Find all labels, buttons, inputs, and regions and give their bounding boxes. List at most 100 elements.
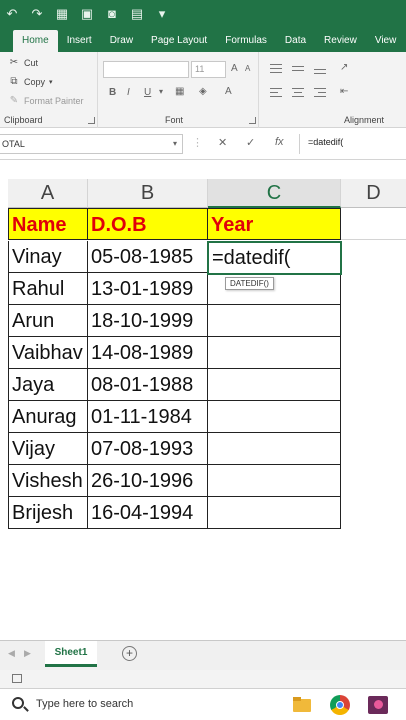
tab-page-layout[interactable]: Page Layout xyxy=(142,30,216,52)
redo-icon[interactable]: ↷ xyxy=(29,6,45,22)
add-sheet-button[interactable]: + xyxy=(122,646,137,661)
cell-name[interactable]: Rahul xyxy=(8,273,88,305)
cell-dob[interactable]: 13-01-1989 xyxy=(88,273,208,305)
insert-function-icon[interactable]: fx xyxy=(275,136,284,148)
bold-button[interactable]: B xyxy=(109,87,116,98)
column-header-b[interactable]: B xyxy=(88,179,208,208)
cell-year[interactable] xyxy=(208,401,341,433)
bottom-align-icon[interactable] xyxy=(312,61,328,77)
save-icon[interactable]: ▣ xyxy=(79,6,95,22)
align-center-icon[interactable] xyxy=(290,85,306,101)
column-header-c[interactable]: C xyxy=(208,179,341,208)
cell-dob[interactable]: 26-10-1996 xyxy=(88,465,208,497)
tab-formulas[interactable]: Formulas xyxy=(216,30,276,52)
header-cell-name[interactable]: Name xyxy=(8,208,88,240)
column-header-d[interactable]: D xyxy=(341,179,406,208)
cancel-icon[interactable]: ✕ xyxy=(218,136,227,149)
cut-label: Cut xyxy=(24,57,39,68)
worksheet-grid[interactable]: A B C D Name D.O.B Year Vinay 05-08-1985… xyxy=(0,160,406,640)
cell-dob[interactable]: 18-10-1999 xyxy=(88,305,208,337)
underline-button[interactable]: U xyxy=(144,87,151,98)
status-bar xyxy=(0,670,406,688)
increase-font-icon[interactable]: A xyxy=(231,63,238,74)
header-cell-year[interactable]: Year xyxy=(208,208,341,240)
tab-review[interactable]: Review xyxy=(315,30,366,52)
sheet-tab-sheet1[interactable]: Sheet1 xyxy=(45,641,97,667)
cell-name[interactable]: Anurag xyxy=(8,401,88,433)
active-cell[interactable]: =datedif( xyxy=(207,241,342,275)
search-icon xyxy=(12,697,24,709)
cell-name[interactable]: Brijesh xyxy=(8,497,88,529)
cell-dob[interactable]: 16-04-1994 xyxy=(88,497,208,529)
function-tooltip[interactable]: DATEDIF() xyxy=(225,277,274,290)
borders-icon[interactable]: ▦ xyxy=(175,86,184,97)
cell-year[interactable] xyxy=(208,305,341,337)
cell-name[interactable]: Jaya xyxy=(8,369,88,401)
cell-name[interactable]: Vinay xyxy=(8,241,88,273)
column-header-a[interactable]: A xyxy=(8,179,88,208)
file-explorer-icon[interactable] xyxy=(290,693,314,717)
middle-align-icon[interactable] xyxy=(290,61,306,77)
grid-icon[interactable]: ▦ xyxy=(54,6,70,22)
cell-d-header[interactable] xyxy=(341,208,406,240)
chevron-down-icon[interactable]: ▾ xyxy=(49,78,53,86)
ribbon-tabs: Home Insert Draw Page Layout Formulas Da… xyxy=(0,28,406,52)
font-launcher-icon[interactable] xyxy=(249,117,256,124)
cut-button[interactable]: ✂ Cut xyxy=(8,57,38,68)
name-box[interactable]: OTAL ▾ xyxy=(0,134,183,154)
clipboard-launcher-icon[interactable] xyxy=(88,117,95,124)
format-painter-label: Format Painter xyxy=(24,95,84,106)
app-icon[interactable] xyxy=(366,693,390,717)
format-painter-button[interactable]: ✎ Format Painter xyxy=(8,95,84,106)
chrome-icon[interactable] xyxy=(328,693,352,717)
font-name-dropdown[interactable] xyxy=(103,61,189,78)
tab-view[interactable]: View xyxy=(366,30,406,52)
cell-year[interactable] xyxy=(208,433,341,465)
cell-year[interactable] xyxy=(208,497,341,529)
top-align-icon[interactable] xyxy=(268,61,284,77)
formula-input[interactable]: =datedif( xyxy=(308,137,343,147)
decrease-font-icon[interactable]: A xyxy=(245,64,250,73)
copy-icon: ⧉ xyxy=(10,76,18,87)
cell-year[interactable] xyxy=(208,337,341,369)
chevron-down-icon[interactable]: ▾ xyxy=(173,135,177,153)
font-color-icon[interactable]: A xyxy=(225,86,232,97)
cell-name[interactable]: Vaibhav xyxy=(8,337,88,369)
scroll-right-icon[interactable]: ▶ xyxy=(24,648,31,659)
tab-draw[interactable]: Draw xyxy=(101,30,142,52)
cell-year[interactable] xyxy=(208,465,341,497)
scroll-left-icon[interactable]: ◀ xyxy=(8,648,15,659)
cell-year[interactable] xyxy=(208,369,341,401)
enter-icon[interactable]: ✓ xyxy=(246,136,255,149)
cell-name[interactable]: Vishesh xyxy=(8,465,88,497)
image-icon[interactable]: ▤ xyxy=(129,6,145,22)
fill-color-icon[interactable]: ◈ xyxy=(199,86,207,97)
align-left-icon[interactable] xyxy=(268,85,284,101)
taskbar-search-input[interactable]: Type here to search xyxy=(36,698,133,710)
orientation-icon[interactable]: ↗ xyxy=(340,62,348,73)
font-size-dropdown[interactable]: 11 xyxy=(191,61,226,78)
underline-dropdown-icon[interactable]: ▾ xyxy=(159,87,163,96)
camera-icon[interactable]: ◙ xyxy=(104,6,120,22)
cell-name[interactable]: Arun xyxy=(8,305,88,337)
tab-insert[interactable]: Insert xyxy=(58,30,101,52)
align-right-icon[interactable] xyxy=(312,85,328,101)
copy-button[interactable]: ⧉ Copy ▾ xyxy=(8,76,53,87)
customize-toolbar-icon[interactable]: ▾ xyxy=(154,6,170,22)
macro-record-icon[interactable] xyxy=(12,674,22,683)
font-size-value: 11 xyxy=(195,64,205,74)
tab-data[interactable]: Data xyxy=(276,30,315,52)
cell-dob[interactable]: 07-08-1993 xyxy=(88,433,208,465)
font-group: 11 A A B I U ▾ ▦ ◈ A Font xyxy=(99,52,259,128)
undo-icon[interactable]: ↶ xyxy=(4,6,20,22)
cell-dob[interactable]: 01-11-1984 xyxy=(88,401,208,433)
tab-home[interactable]: Home xyxy=(13,30,58,52)
indent-icon[interactable]: ⇤ xyxy=(340,86,348,97)
header-cell-dob[interactable]: D.O.B xyxy=(88,208,208,240)
cell-dob[interactable]: 05-08-1985 xyxy=(88,241,208,273)
cell-dob[interactable]: 08-01-1988 xyxy=(88,369,208,401)
more-icon: ⋮ xyxy=(192,137,203,149)
cell-name[interactable]: Vijay xyxy=(8,433,88,465)
cell-dob[interactable]: 14-08-1989 xyxy=(88,337,208,369)
italic-button[interactable]: I xyxy=(127,87,130,98)
